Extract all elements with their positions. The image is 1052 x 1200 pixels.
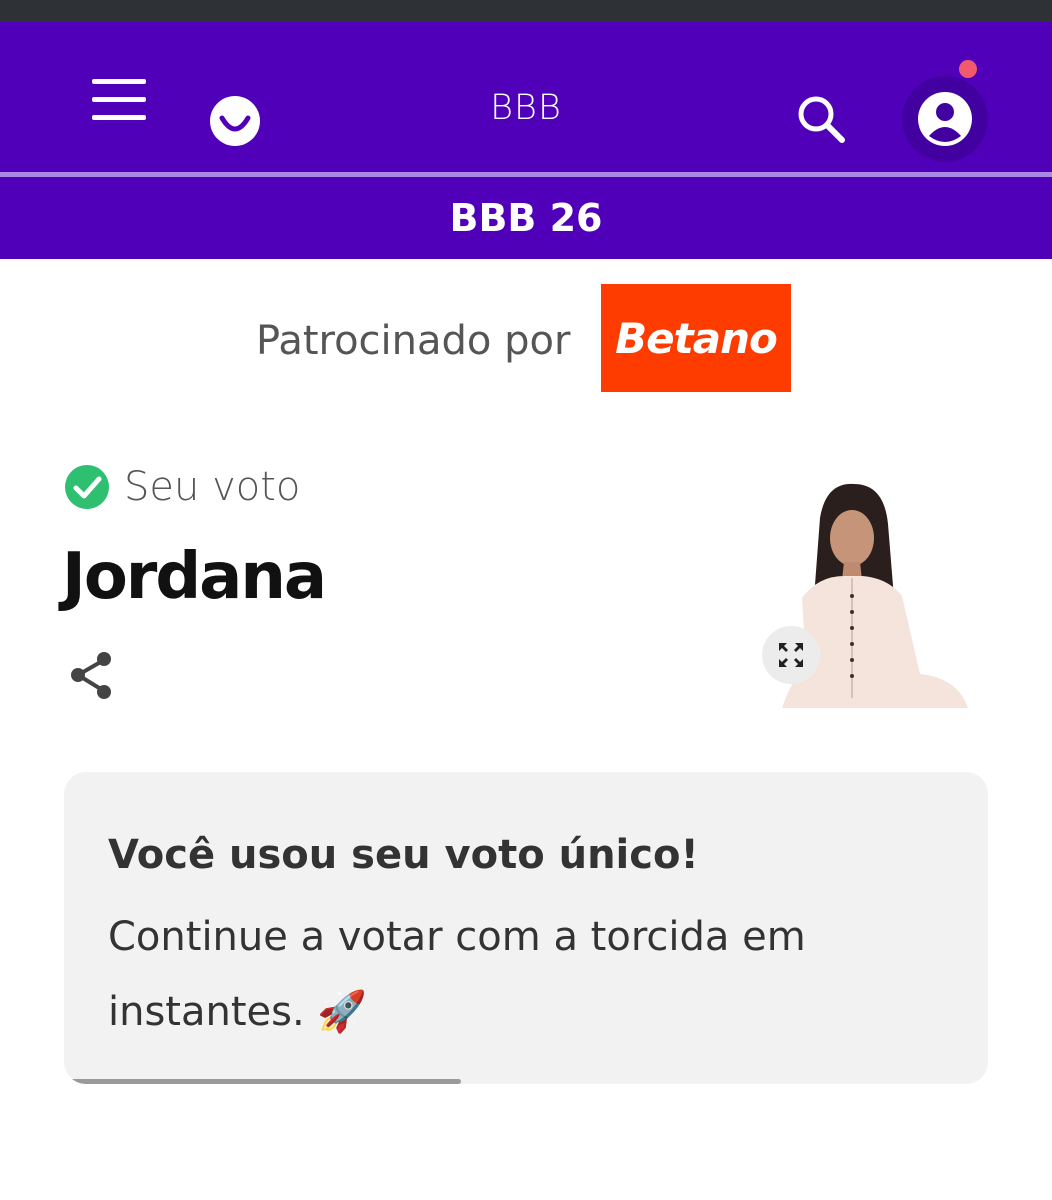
search-icon[interactable] (792, 90, 852, 150)
countdown-progress-bar (64, 1079, 988, 1084)
expand-photo-button[interactable] (762, 626, 820, 684)
vote-status-label: Seu voto (124, 464, 301, 510)
notice-title: Você usou seu voto único! (108, 832, 699, 878)
candidate-name: Jordana (62, 540, 327, 614)
section-title: BBB 26 (449, 196, 603, 240)
notice-message: Continue a votar com a torcida em instan… (108, 914, 806, 1035)
user-avatar-icon (918, 92, 972, 146)
status-bar (0, 0, 1052, 22)
countdown-progress-fill (64, 1079, 462, 1084)
sponsor-label: Patrocinado por (256, 318, 571, 364)
top-navigation-bar: BBB (0, 22, 1052, 172)
share-icon[interactable] (66, 648, 118, 704)
notification-dot (957, 58, 979, 80)
section-bar[interactable]: BBB 26 (0, 177, 1052, 259)
menu-icon (92, 79, 146, 84)
check-circle-icon (65, 465, 109, 509)
expand-icon (779, 643, 803, 667)
page-title: BBB (490, 88, 562, 128)
sponsor-banner: Patrocinado por Betano (0, 282, 1052, 392)
sponsor-logo-text: Betano (615, 313, 778, 363)
user-avatar-button[interactable] (902, 76, 988, 162)
betano-logo[interactable]: Betano (601, 284, 791, 392)
vote-notice-card: Você usou seu voto único! Continue a vot… (64, 772, 988, 1084)
vote-status: Seu voto (64, 464, 300, 510)
